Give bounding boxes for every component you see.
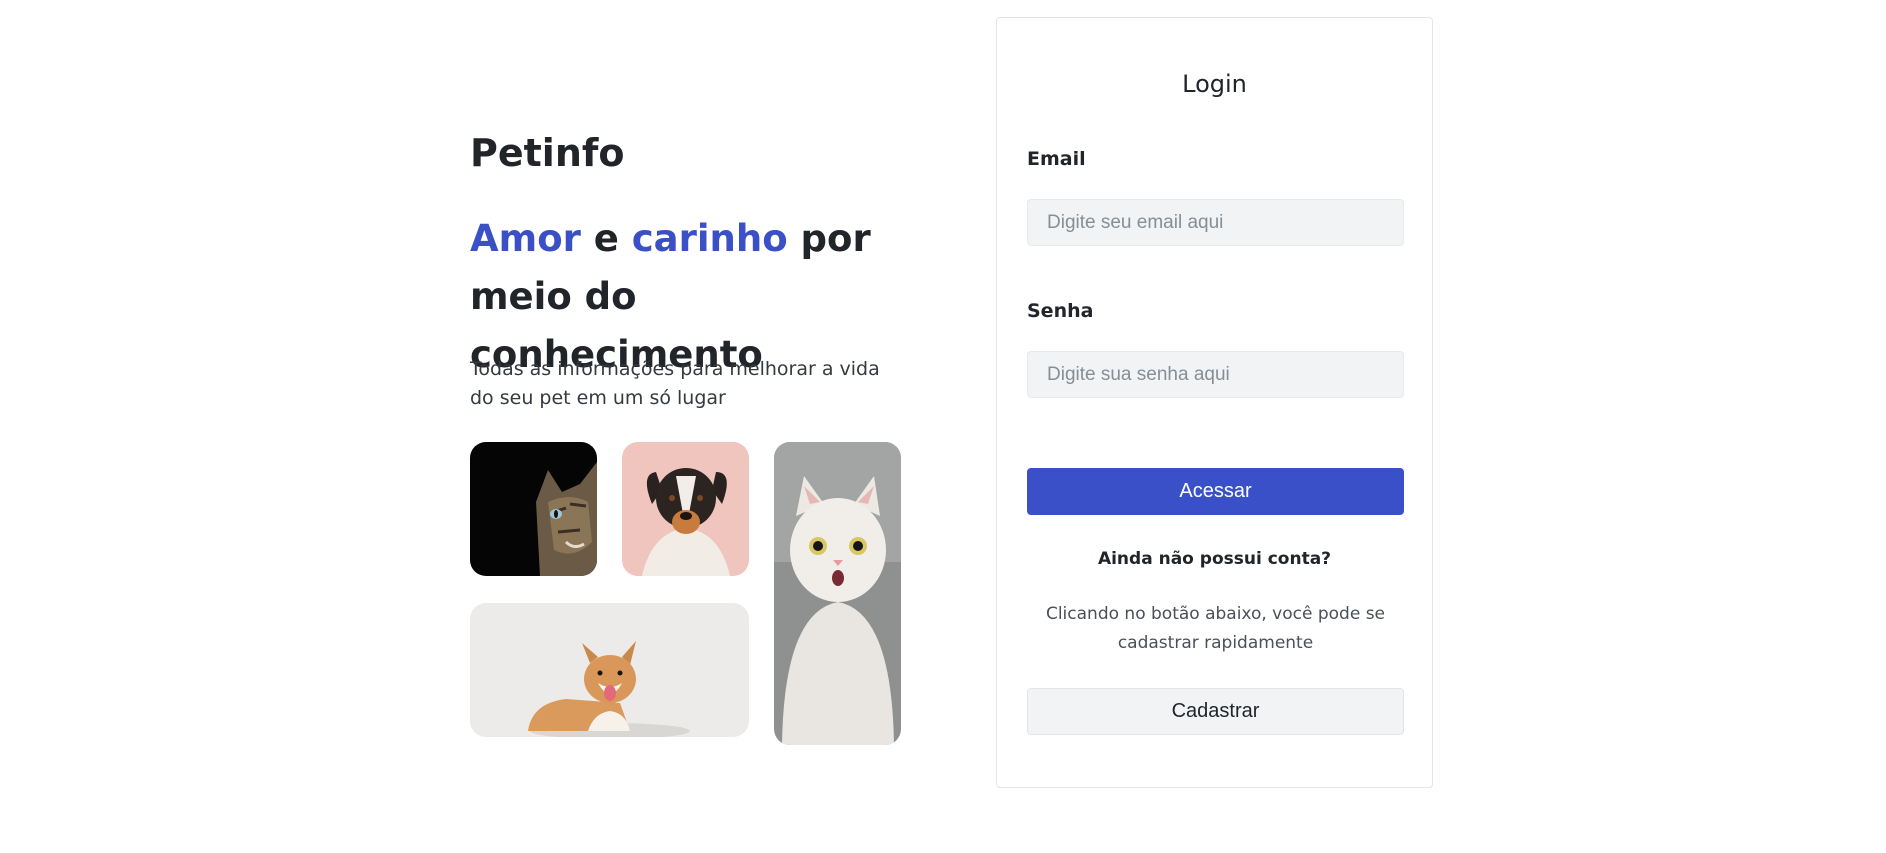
password-input[interactable] [1027,351,1404,398]
email-input[interactable] [1027,199,1404,246]
headline-accent-amor: Amor [470,217,581,260]
pet-image-white-cat [774,442,901,745]
pet-image-corgi [470,603,749,737]
no-account-text: Ainda não possui conta? [1097,549,1332,569]
intro-section: Petinfo Amor e carinho por meio do conhe… [470,125,930,745]
pet-gallery [470,442,902,745]
intro-subtitle: Todas as informações para melhorar a vid… [470,358,880,409]
login-card: Login Email Senha Acessar Ainda não poss… [996,17,1433,788]
login-submit-button[interactable]: Acessar [1027,468,1404,515]
register-button[interactable]: Cadastrar [1027,688,1404,735]
password-label: Senha [1027,300,1094,322]
headline-accent-carinho: carinho [631,217,788,260]
page: Petinfo Amor e carinho por meio do conhe… [0,0,1886,853]
pet-image-tabby-cat [470,442,597,576]
headline-connector: e [580,217,632,260]
login-title: Login [1182,70,1247,98]
email-label: Email [1027,148,1086,170]
register-hint: Clicando no botão abaixo, você pode se c… [1045,604,1386,653]
pet-image-terrier-dog [622,442,749,576]
brand-title: Petinfo [470,131,625,175]
